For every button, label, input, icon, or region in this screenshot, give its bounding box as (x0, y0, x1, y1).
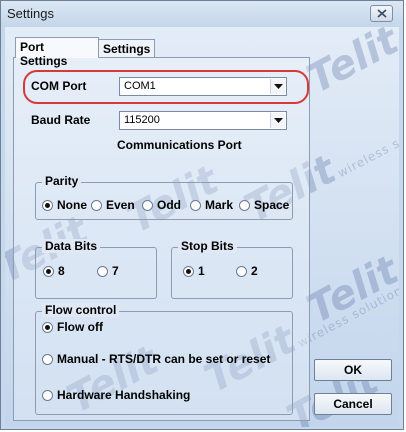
highlight-annotation (23, 70, 309, 104)
baud-rate-label: Baud Rate (31, 113, 91, 127)
stop-bits-legend: Stop Bits (178, 239, 237, 253)
brand-watermark: Telit (299, 27, 399, 103)
close-icon (377, 9, 387, 18)
window-title: Settings (7, 6, 54, 21)
radio-icon (42, 354, 53, 365)
radio-icon (239, 200, 250, 211)
radio-selected-icon (42, 200, 53, 211)
cancel-button[interactable]: Cancel (314, 393, 392, 415)
data-bits-legend: Data Bits (42, 239, 101, 253)
dropdown-button[interactable] (270, 113, 285, 128)
chevron-down-icon (274, 118, 283, 123)
tab-port-settings[interactable]: Port Settings (15, 37, 99, 68)
settings-window: Settings Telit Telitwireless solutions T… (0, 0, 404, 430)
radio-icon (97, 266, 108, 277)
radio-icon (42, 390, 53, 401)
tab-settings[interactable]: Settings (98, 39, 155, 57)
radio-icon (142, 200, 153, 211)
flow-control-legend: Flow control (42, 303, 120, 317)
dialog-body: Telit Telitwireless solutions Telit Teli… (5, 27, 399, 427)
radio-icon (91, 200, 102, 211)
close-button[interactable] (370, 5, 393, 22)
radio-selected-icon (42, 322, 53, 333)
parity-legend: Parity (42, 174, 82, 188)
baud-rate-value: 115200 (124, 114, 160, 126)
title-bar[interactable]: Settings (1, 1, 403, 27)
radio-icon (236, 266, 247, 277)
communications-port-caption: Communications Port (117, 138, 242, 152)
ok-button[interactable]: OK (314, 359, 392, 381)
baud-rate-select[interactable]: 115200 (119, 111, 287, 130)
radio-icon (190, 200, 201, 211)
radio-selected-icon (183, 266, 194, 277)
radio-selected-icon (43, 266, 54, 277)
